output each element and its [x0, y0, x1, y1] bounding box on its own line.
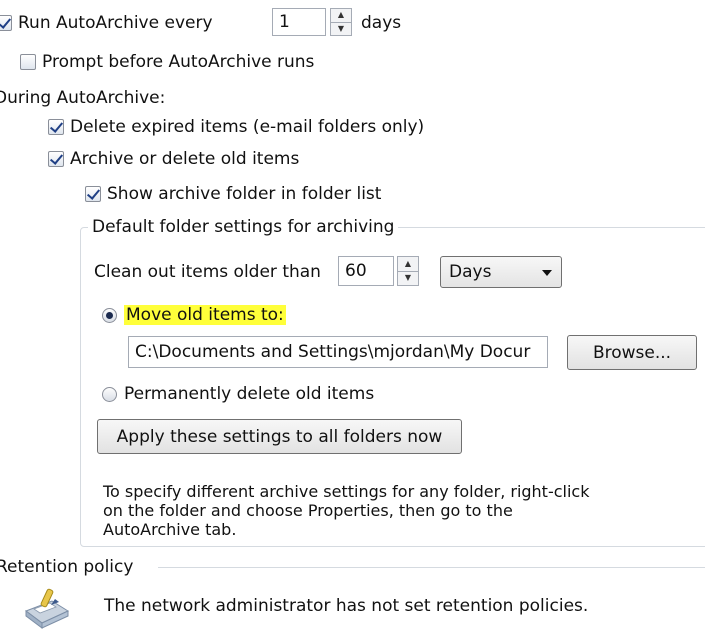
- show-folder-label: Show archive folder in folder list: [107, 184, 382, 204]
- prompt-row: Prompt before AutoArchive runs: [20, 51, 314, 73]
- delete-expired-checkbox[interactable]: [48, 119, 64, 135]
- archive-note: To specify different archive settings fo…: [103, 482, 590, 539]
- perm-delete-row: Permanently delete old items: [102, 383, 374, 405]
- archive-old-checkbox[interactable]: [48, 151, 64, 167]
- perm-delete-label: Permanently delete old items: [124, 384, 375, 404]
- up-arrow-icon[interactable]: ▲: [331, 9, 351, 22]
- down-arrow-icon[interactable]: ▼: [398, 270, 418, 286]
- run-autoarchive-checkbox[interactable]: [0, 15, 12, 31]
- prompt-checkbox[interactable]: [20, 54, 36, 70]
- delete-expired-row: Delete expired items (e-mail folders onl…: [48, 116, 424, 138]
- run-autoarchive-row: Run AutoArchive every: [0, 12, 213, 34]
- run-autoarchive-label: Run AutoArchive every: [18, 13, 213, 33]
- browse-button[interactable]: Browse...: [567, 335, 697, 370]
- move-old-radio[interactable]: [102, 307, 117, 323]
- retention-message: The network administrator has not set re…: [104, 596, 589, 616]
- move-old-row: Move old items to:: [102, 304, 286, 326]
- chevron-down-icon: [542, 270, 552, 276]
- run-interval-input[interactable]: 1: [272, 8, 326, 36]
- down-arrow-icon[interactable]: ▼: [331, 21, 351, 36]
- archive-path-input[interactable]: C:\Documents and Settings\mjordan\My Doc…: [128, 336, 548, 368]
- run-unit-label: days: [361, 13, 402, 33]
- clean-out-unit-value: Days: [449, 262, 492, 282]
- retention-policy-icon: [22, 585, 72, 631]
- clean-out-label: Clean out items older than: [94, 262, 321, 282]
- clean-out-unit-select[interactable]: Days: [440, 256, 562, 288]
- show-folder-checkbox[interactable]: [85, 186, 101, 202]
- move-old-label: Move old items to:: [124, 305, 286, 325]
- show-folder-row: Show archive folder in folder list: [85, 183, 381, 205]
- prompt-label: Prompt before AutoArchive runs: [42, 52, 315, 72]
- archive-old-label: Archive or delete old items: [70, 149, 300, 169]
- retention-heading: Retention policy: [0, 556, 140, 578]
- retention-divider: [158, 567, 705, 568]
- apply-all-folders-button[interactable]: Apply these settings to all folders now: [97, 419, 462, 454]
- default-settings-title: Default folder settings for archiving: [88, 217, 399, 237]
- delete-expired-label: Delete expired items (e-mail folders onl…: [70, 117, 425, 137]
- clean-out-stepper[interactable]: ▲ ▼: [397, 256, 419, 286]
- run-interval-stepper[interactable]: ▲ ▼: [330, 8, 352, 36]
- archive-old-row: Archive or delete old items: [48, 148, 299, 170]
- clean-out-days-input[interactable]: 60: [338, 256, 394, 286]
- up-arrow-icon[interactable]: ▲: [398, 257, 418, 271]
- perm-delete-radio[interactable]: [102, 386, 117, 402]
- during-heading: During AutoArchive:: [0, 88, 166, 108]
